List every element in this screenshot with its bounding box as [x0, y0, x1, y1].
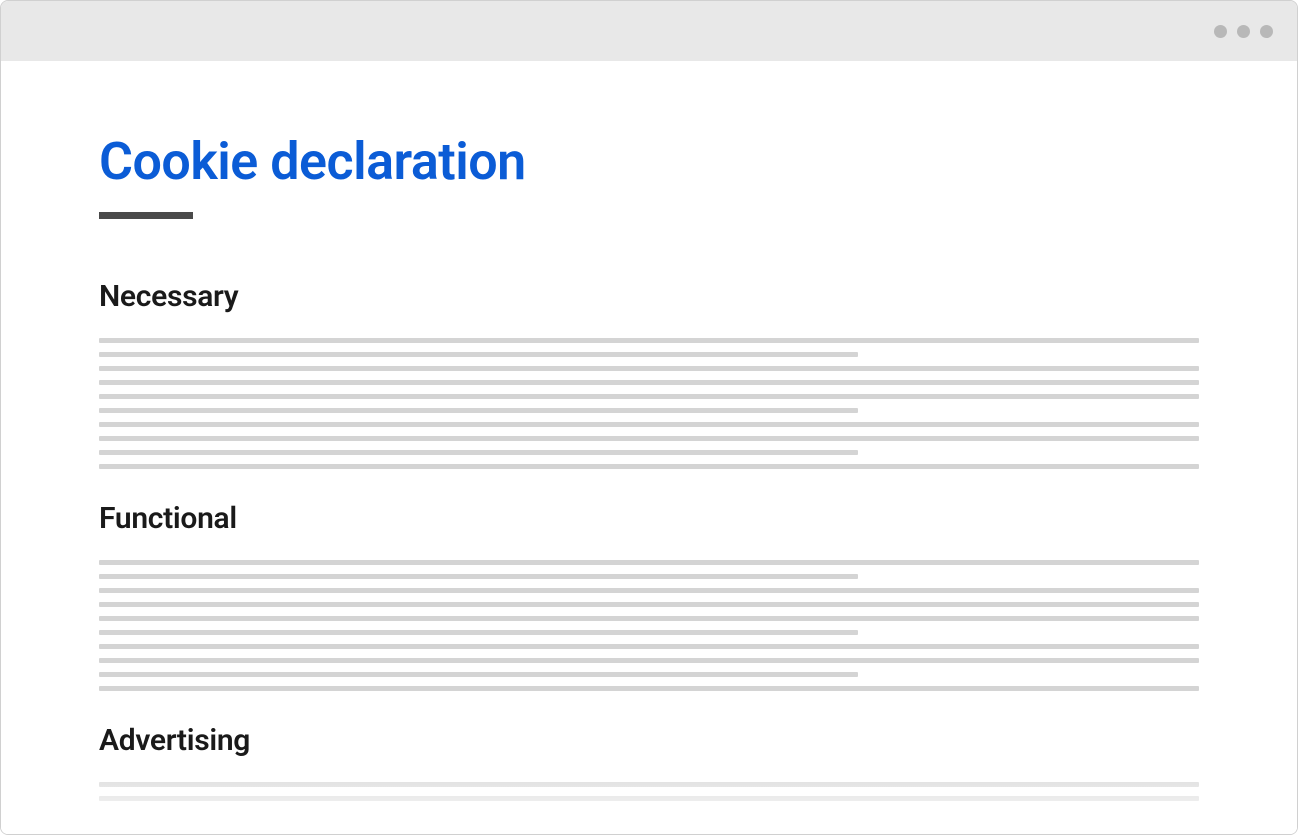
cookie-section: Advertising — [99, 723, 1199, 801]
placeholder-line — [99, 422, 1199, 427]
placeholder-line — [99, 464, 1199, 469]
placeholder-line — [99, 630, 858, 635]
placeholder-line — [99, 616, 1199, 621]
placeholder-line — [99, 436, 1199, 441]
placeholder-line — [99, 644, 1199, 649]
placeholder-line — [99, 560, 1199, 565]
placeholder-line — [99, 782, 1199, 787]
section-heading: Advertising — [99, 723, 1199, 758]
cookie-section: Functional — [99, 501, 1199, 691]
placeholder-line — [99, 380, 1199, 385]
placeholder-line — [99, 450, 858, 455]
placeholder-line — [99, 658, 1199, 663]
content-area: Cookie declaration Necessary Functional Ad… — [1, 61, 1297, 834]
sections-container: Necessary Functional Advertising — [99, 279, 1199, 801]
placeholder-line — [99, 408, 858, 413]
window-control-dot[interactable] — [1214, 25, 1227, 38]
window-control-dot[interactable] — [1260, 25, 1273, 38]
placeholder-line — [99, 796, 1199, 801]
placeholder-text-block — [99, 560, 1199, 691]
title-underline — [99, 212, 193, 219]
cookie-section: Necessary — [99, 279, 1199, 469]
placeholder-line — [99, 366, 1199, 371]
placeholder-line — [99, 574, 858, 579]
window-control-dot[interactable] — [1237, 25, 1250, 38]
section-heading: Functional — [99, 501, 1199, 536]
title-bar — [1, 1, 1297, 61]
page-title: Cookie declaration — [99, 131, 1199, 192]
placeholder-line — [99, 686, 1199, 691]
placeholder-line — [99, 352, 858, 357]
placeholder-line — [99, 338, 1199, 343]
window-frame: Cookie declaration Necessary Functional Ad… — [0, 0, 1298, 835]
placeholder-text-block — [99, 782, 1199, 801]
placeholder-text-block — [99, 338, 1199, 469]
placeholder-line — [99, 394, 1199, 399]
placeholder-line — [99, 588, 1199, 593]
placeholder-line — [99, 602, 1199, 607]
window-controls — [1214, 25, 1273, 38]
placeholder-line — [99, 672, 858, 677]
section-heading: Necessary — [99, 279, 1199, 314]
